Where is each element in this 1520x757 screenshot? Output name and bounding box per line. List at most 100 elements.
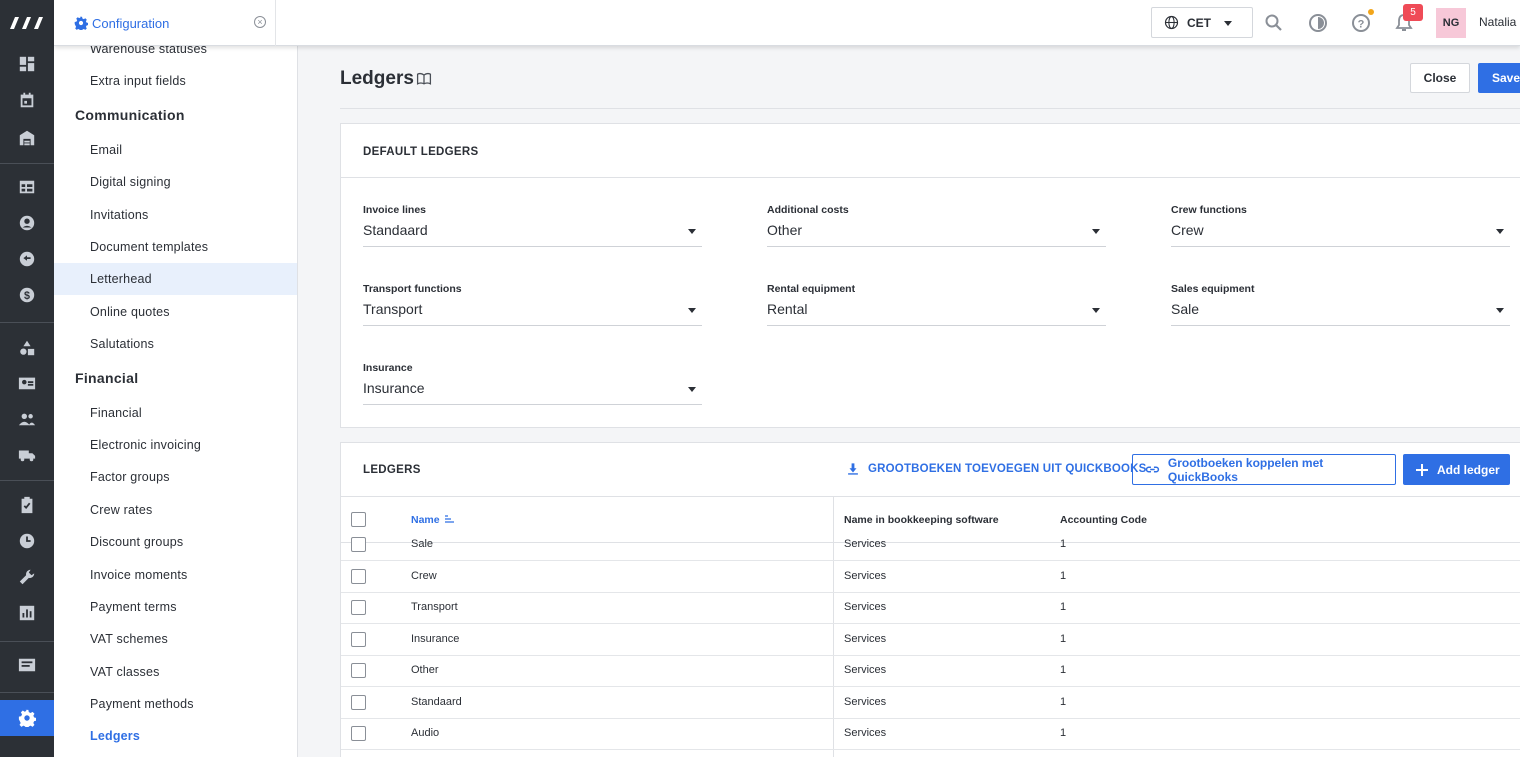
crew-functions-select[interactable]: Crew: [1171, 222, 1510, 247]
additional-costs-select[interactable]: Other: [767, 222, 1106, 247]
warehouse-icon[interactable]: [0, 121, 54, 155]
clipboard-check-icon[interactable]: [0, 488, 54, 522]
sync-icon[interactable]: [0, 242, 54, 276]
svg-text:$: $: [24, 290, 30, 302]
column-name[interactable]: Name: [411, 514, 454, 526]
field-sales-equipment: Sales equipment Sale: [1171, 283, 1510, 326]
people-icon[interactable]: [0, 402, 54, 436]
row-checkbox[interactable]: [351, 537, 366, 552]
link-icon: [1145, 466, 1160, 473]
transport-functions-select[interactable]: Transport: [363, 301, 702, 326]
nav-item-electronic-invoicing[interactable]: Electronic invoicing: [54, 429, 297, 461]
field-label: Crew functions: [1171, 204, 1247, 216]
table-row[interactable]: Sale Services 1: [341, 529, 1520, 561]
row-checkbox[interactable]: [351, 726, 366, 741]
nav-item-factor-groups[interactable]: Factor groups: [54, 461, 297, 493]
column-accounting-code[interactable]: Accounting Code: [1060, 514, 1147, 526]
table-row[interactable]: Insurance Services 1: [341, 624, 1520, 656]
invoice-lines-select[interactable]: Standaard: [363, 222, 702, 247]
row-checkbox[interactable]: [351, 663, 366, 678]
nav-item-invitations[interactable]: Invitations: [54, 199, 297, 231]
id-card-icon[interactable]: [0, 366, 54, 400]
table-row[interactable]: Crew Services 1: [341, 561, 1520, 593]
ledgers-card: LEDGERS GROOTBOEKEN TOEVOEGEN UIT QUICKB…: [340, 442, 1520, 757]
nav-item-online-quotes[interactable]: Online quotes: [54, 296, 297, 328]
messages-icon[interactable]: [0, 648, 54, 682]
configuration-tab[interactable]: Configuration ×: [54, 0, 276, 46]
nav-item-extra-input-fields[interactable]: Extra input fields: [54, 65, 297, 97]
cell-name: Insurance: [411, 633, 460, 645]
app-logo[interactable]: [0, 0, 54, 46]
timezone-select[interactable]: CET: [1151, 7, 1253, 38]
app-rail: $: [0, 0, 54, 757]
nav-item-letterhead[interactable]: Letterhead: [54, 263, 297, 295]
field-invoice-lines: Invoice lines Standaard: [363, 204, 702, 247]
wrench-icon[interactable]: [0, 560, 54, 594]
clock-icon[interactable]: [0, 524, 54, 558]
save-button[interactable]: Save: [1478, 63, 1520, 93]
nav-item-discount-groups[interactable]: Discount groups: [54, 526, 297, 558]
table-row[interactable]: Audio Services 1: [341, 718, 1520, 750]
cell-name: Sale: [411, 538, 434, 550]
dashboard-icon[interactable]: [0, 47, 54, 81]
cell-code: 1: [1060, 601, 1067, 613]
user-name[interactable]: Natalia: [1479, 15, 1516, 29]
nav-item-vat-schemes[interactable]: VAT schemes: [54, 623, 297, 655]
table-icon[interactable]: [0, 170, 54, 204]
chart-icon[interactable]: [0, 596, 54, 630]
cell-bookkeeping: Services: [844, 696, 887, 708]
nav-item-warehouse-statuses[interactable]: Warehouse statuses: [54, 46, 297, 65]
truck-icon[interactable]: [0, 438, 54, 472]
import-link-label: GROOTBOEKEN TOEVOEGEN UIT QUICKBOOKS: [868, 463, 1147, 475]
nav-item-digital-signing[interactable]: Digital signing: [54, 166, 297, 198]
search-icon[interactable]: [1264, 13, 1284, 33]
nav-item-salutations[interactable]: Salutations: [54, 328, 297, 360]
help-icon[interactable]: ?: [1351, 13, 1371, 33]
nav-item-document-templates[interactable]: Document templates: [54, 231, 297, 263]
nav-item-vat-classes[interactable]: VAT classes: [54, 656, 297, 688]
dollar-icon[interactable]: $: [0, 278, 54, 312]
rental-equipment-select[interactable]: Rental: [767, 301, 1106, 326]
tab-label: Configuration: [92, 15, 170, 31]
cell-name: Audio: [411, 727, 440, 739]
nav-item-invoice-moments[interactable]: Invoice moments: [54, 559, 297, 591]
connect-quickbooks-button[interactable]: Grootboeken koppelen met QuickBooks: [1132, 454, 1396, 485]
select-value: Transport: [363, 301, 423, 317]
plus-icon: [1416, 463, 1428, 476]
chevron-down-icon: [1496, 308, 1504, 313]
cell-bookkeeping: Services: [844, 633, 887, 645]
settings-icon[interactable]: [0, 700, 54, 736]
field-additional-costs: Additional costs Other: [767, 204, 1106, 247]
nav-item-financial[interactable]: Financial: [54, 397, 297, 429]
nav-item-email[interactable]: Email: [54, 134, 297, 166]
table-row[interactable]: Other Services 1: [341, 655, 1520, 687]
import-quickbooks-link[interactable]: GROOTBOEKEN TOEVOEGEN UIT QUICKBOOKS: [846, 462, 1147, 476]
row-checkbox[interactable]: [351, 695, 366, 710]
field-label: Rental equipment: [767, 283, 856, 295]
nav-item-crew-rates[interactable]: Crew rates: [54, 494, 297, 526]
select-all-checkbox[interactable]: [351, 512, 366, 527]
nav-item-payment-methods[interactable]: Payment methods: [54, 688, 297, 720]
shapes-icon[interactable]: [0, 331, 54, 365]
calendar-icon[interactable]: [0, 83, 54, 117]
table-row[interactable]: Transport Services 1: [341, 592, 1520, 624]
nav-header-financial: Financial: [75, 370, 139, 386]
nav-item-ledgers[interactable]: Ledgers: [54, 720, 297, 752]
contact-icon[interactable]: [0, 206, 54, 240]
column-bookkeeping[interactable]: Name in bookkeeping software: [844, 514, 999, 526]
insurance-select[interactable]: Insurance: [363, 380, 702, 405]
book-icon[interactable]: [416, 71, 432, 87]
close-button[interactable]: Close: [1410, 63, 1470, 93]
theme-icon[interactable]: [1308, 13, 1328, 33]
add-ledger-button[interactable]: Add ledger: [1403, 454, 1510, 485]
select-value: Standaard: [363, 222, 428, 238]
nav-item-payment-terms[interactable]: Payment terms: [54, 591, 297, 623]
cell-name: Crew: [411, 570, 437, 582]
row-checkbox[interactable]: [351, 632, 366, 647]
sales-equipment-select[interactable]: Sale: [1171, 301, 1510, 326]
avatar[interactable]: NG: [1436, 8, 1466, 38]
table-row[interactable]: Standaard Services 1: [341, 687, 1520, 719]
row-checkbox[interactable]: [351, 600, 366, 615]
row-checkbox[interactable]: [351, 569, 366, 584]
close-tab-icon[interactable]: ×: [254, 16, 266, 28]
